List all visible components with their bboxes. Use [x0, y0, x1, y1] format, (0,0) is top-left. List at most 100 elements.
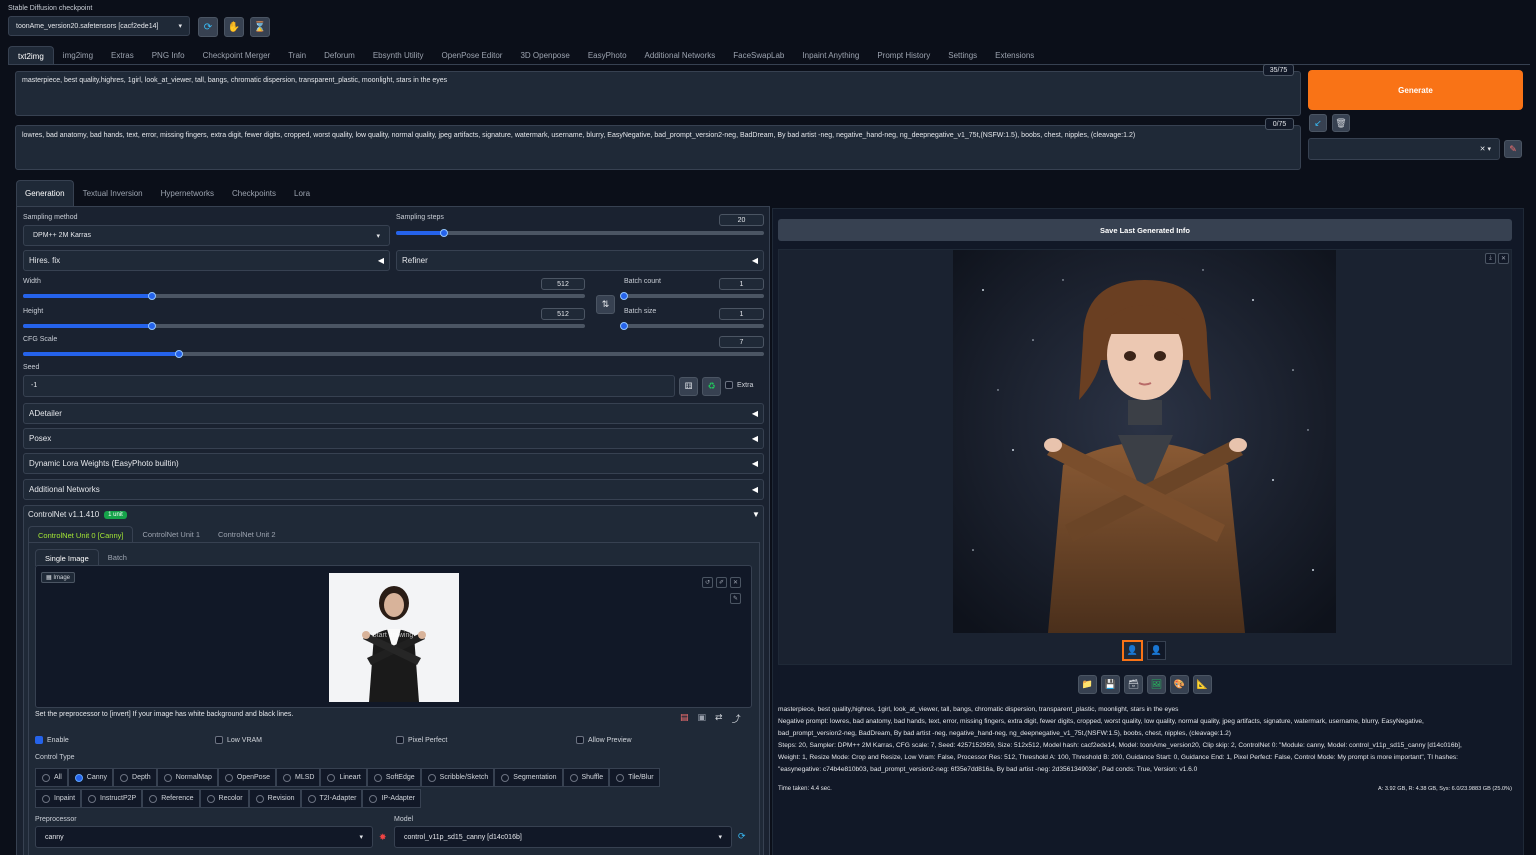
tab-hypernetworks[interactable]: Hypernetworks [152, 180, 223, 206]
radio[interactable] [42, 794, 50, 803]
swap-dimensions-button[interactable]: ⇅ [596, 295, 615, 314]
tab-prompt-history[interactable]: Prompt History [868, 46, 939, 65]
tab-train[interactable]: Train [279, 46, 315, 65]
adetailer-accordion[interactable]: ADetailer ◀ [23, 403, 764, 424]
extra-checkbox[interactable] [725, 381, 733, 389]
open-folder-button[interactable]: 📁 [1078, 675, 1097, 694]
sampling-method-select[interactable]: DPM++ 2M Karras ▾ [23, 225, 390, 246]
seed-input[interactable]: -1 [23, 375, 675, 397]
tab-openpose-editor[interactable]: OpenPose Editor [433, 46, 512, 65]
tab-3d-openpose[interactable]: 3D Openpose [511, 46, 578, 65]
radio[interactable] [327, 773, 336, 782]
send-to-img2img-button[interactable]: 🖼 [1147, 675, 1166, 694]
tab-generation[interactable]: Generation [16, 180, 74, 206]
control-type-shuffle[interactable]: Shuffle [562, 768, 610, 787]
tab-ebsynth-utility[interactable]: Ebsynth Utility [364, 46, 433, 65]
radio[interactable] [373, 773, 382, 782]
dynamic-lora-accordion[interactable]: Dynamic Lora Weights (EasyPhoto builtin)… [23, 453, 764, 474]
control-type-all[interactable]: All [35, 768, 68, 787]
refresh-models-icon[interactable]: ⟳ [738, 831, 746, 842]
gallery-thumbnail-1[interactable]: 👤 [1122, 640, 1143, 661]
width-slider[interactable] [23, 292, 585, 300]
radio[interactable] [42, 773, 50, 782]
styles-select[interactable]: ✕ ▾ [1308, 138, 1500, 160]
radio[interactable] [369, 794, 378, 803]
control-type-lineart[interactable]: Lineart [320, 768, 367, 787]
negative-prompt-textarea[interactable]: lowres, bad anatomy, bad hands, text, er… [15, 125, 1301, 170]
low-vram-toggle[interactable]: Low VRAM [215, 736, 262, 744]
model-select[interactable]: control_v11p_sd15_canny [d14c016b] ▾ [394, 826, 732, 848]
tab-txt2img[interactable]: txt2img [8, 46, 54, 65]
radio[interactable] [427, 773, 436, 782]
low-vram-checkbox[interactable] [215, 736, 223, 744]
checkpoint-tool-button-2[interactable]: ⌛ [250, 17, 270, 37]
tab-lora[interactable]: Lora [285, 180, 319, 206]
control-type-segmentation[interactable]: Segmentation [494, 768, 563, 787]
control-type-softedge[interactable]: SoftEdge [366, 768, 421, 787]
radio[interactable] [224, 773, 233, 782]
control-type-t2i-adapter[interactable]: T2I-Adapter [300, 789, 363, 808]
read-params-button[interactable]: ↙ [1309, 114, 1327, 132]
radio[interactable] [501, 773, 510, 782]
tab-checkpoints[interactable]: Checkpoints [223, 180, 285, 206]
tab-textual-inversion[interactable]: Textual Inversion [74, 180, 152, 206]
gallery-download-button[interactable]: ⤓ [1485, 253, 1496, 264]
gallery-close-button[interactable]: ✕ [1498, 253, 1509, 264]
close-canvas-button[interactable]: ✕ [730, 577, 741, 588]
controlnet-header[interactable]: ControlNet v1.1.410 1 unit [28, 510, 127, 519]
generate-button[interactable]: Generate [1308, 70, 1523, 110]
control-type-openpose[interactable]: OpenPose [217, 768, 276, 787]
reuse-seed-button[interactable]: ♻ [702, 377, 721, 396]
radio[interactable] [88, 794, 97, 803]
width-input[interactable]: 512 [541, 278, 585, 290]
hires-fix-accordion[interactable]: Hires. fix ◀ [23, 250, 390, 271]
checkpoint-select[interactable]: toonAme_version20.safetensors [cacf2ede1… [8, 16, 190, 36]
control-type-revision[interactable]: Revision [248, 789, 301, 808]
posex-accordion[interactable]: Posex ◀ [23, 428, 764, 449]
gallery-thumbnail-2[interactable]: 👤 [1147, 641, 1166, 660]
control-type-ip-adapter[interactable]: IP-Adapter [362, 789, 421, 808]
additional-networks-accordion[interactable]: Additional Networks ◀ [23, 479, 764, 500]
pencil-canvas-button[interactable]: ✎ [730, 593, 741, 604]
control-type-normalmap[interactable]: NormalMap [156, 768, 218, 787]
allow-preview-toggle[interactable]: Allow Preview [576, 736, 632, 744]
batch-count-slider[interactable] [620, 292, 764, 300]
pixel-perfect-checkbox[interactable] [396, 736, 404, 744]
tab-png-info[interactable]: PNG Info [143, 46, 194, 65]
radio[interactable] [569, 773, 578, 782]
slider-knob[interactable] [439, 229, 448, 237]
swap-icon[interactable]: ⇄ [715, 712, 723, 725]
preprocessor-select[interactable]: canny ▾ [35, 826, 373, 848]
batch-size-input[interactable]: 1 [719, 308, 764, 320]
tab-batch[interactable]: Batch [99, 549, 136, 566]
tab-deforum[interactable]: Deforum [315, 46, 364, 65]
run-preprocessor-icon[interactable]: ✸ [379, 832, 387, 843]
edit-canvas-button[interactable]: ✐ [716, 577, 727, 588]
camera-icon[interactable]: ▣ [698, 712, 707, 725]
enable-toggle[interactable]: Enable [35, 736, 69, 744]
zip-button[interactable]: 🗃 [1124, 675, 1143, 694]
slider-knob[interactable] [620, 322, 628, 330]
random-seed-button[interactable]: ⚅ [679, 377, 698, 396]
control-type-tile-blur[interactable]: Tile/Blur [609, 768, 660, 787]
tab-extensions[interactable]: Extensions [986, 46, 1043, 65]
control-type-scribble[interactable]: Scribble/Sketch [420, 768, 495, 787]
allow-preview-checkbox[interactable] [576, 736, 584, 744]
tab-additional-networks[interactable]: Additional Networks [636, 46, 725, 65]
send-icon[interactable]: ⤴ [732, 712, 741, 725]
triangle-down-icon[interactable]: ▼ [752, 510, 760, 519]
control-type-reference[interactable]: Reference [142, 789, 200, 808]
radio[interactable] [120, 773, 129, 782]
tab-controlnet-unit-2[interactable]: ControlNet Unit 2 [209, 526, 285, 543]
pixel-perfect-toggle[interactable]: Pixel Perfect [396, 736, 447, 744]
tab-single-image[interactable]: Single Image [35, 549, 99, 566]
radio[interactable] [255, 794, 264, 803]
new-canvas-icon[interactable]: ▤ [680, 712, 689, 725]
slider-knob[interactable] [174, 350, 183, 358]
control-type-canny[interactable]: Canny [67, 768, 114, 787]
radio[interactable] [307, 794, 316, 803]
save-button[interactable]: 💾 [1101, 675, 1120, 694]
tab-faceswaplab[interactable]: FaceSwapLab [724, 46, 793, 65]
cfg-slider[interactable] [23, 350, 764, 358]
save-last-info-button[interactable]: Save Last Generated Info [778, 219, 1512, 241]
